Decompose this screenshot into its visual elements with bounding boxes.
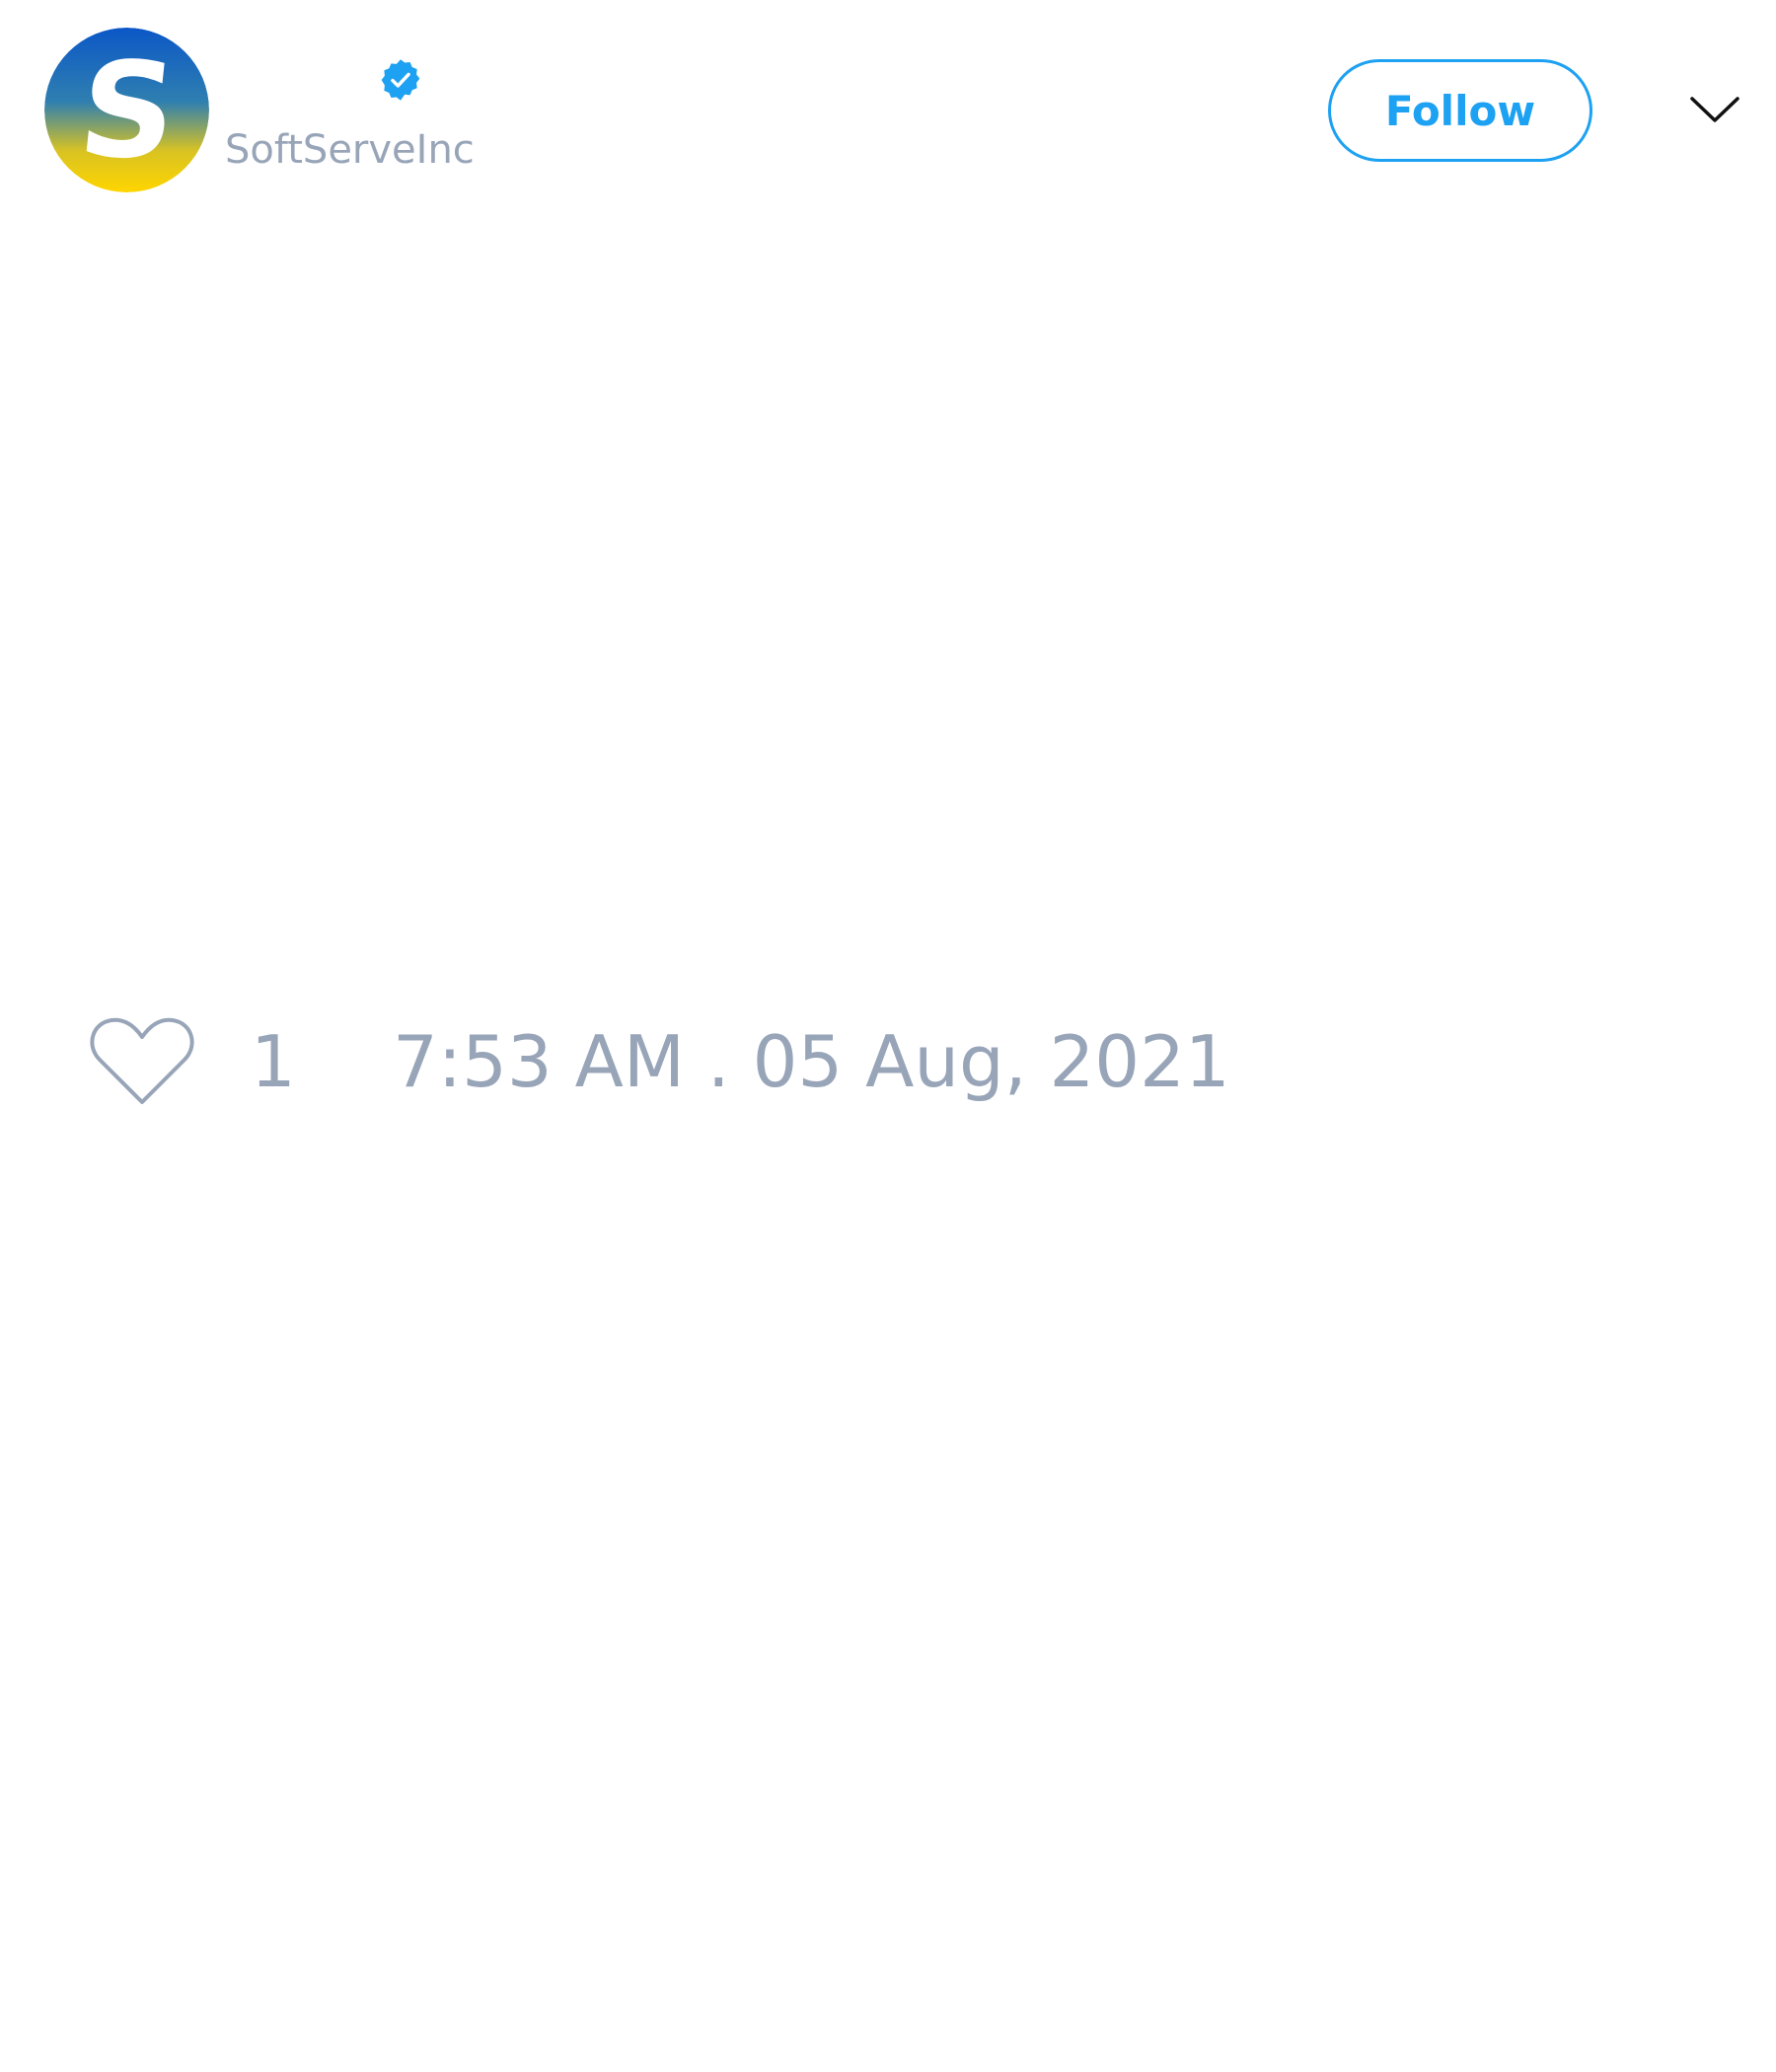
softserve-logo-icon: S (44, 28, 209, 192)
follow-button[interactable]: Follow (1328, 59, 1592, 162)
user-handle[interactable]: SoftServeInc (225, 126, 475, 174)
profile-avatar[interactable]: S (44, 28, 209, 192)
heart-outline-icon[interactable] (88, 1013, 196, 1108)
tweet-timestamp[interactable]: 7:53 AM . 05 Aug, 2021 (393, 1020, 1230, 1103)
svg-text:S: S (72, 35, 184, 188)
like-count: 1 (251, 1020, 296, 1103)
verified-badge-icon (378, 57, 423, 103)
chevron-down-icon[interactable] (1689, 91, 1740, 130)
